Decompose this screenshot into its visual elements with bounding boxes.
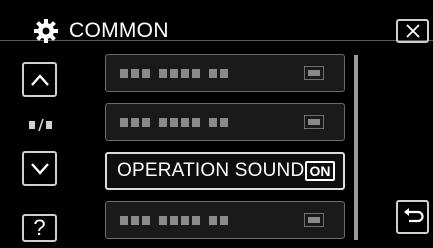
return-icon: [403, 208, 424, 223]
page-title: COMMON: [69, 19, 169, 42]
chevron-down-icon: [30, 162, 49, 175]
menu-item-label: OPERATION SOUND: [117, 160, 305, 181]
value-badge: ON: [305, 161, 335, 181]
menu-item[interactable]: [105, 54, 345, 92]
placeholder-value: [304, 115, 324, 129]
placeholder-label: [120, 216, 228, 225]
back-button[interactable]: [396, 200, 429, 234]
settings-screen: COMMON ? OPERATION SOUND ON: [0, 0, 433, 248]
close-button[interactable]: [396, 19, 429, 43]
gear-icon: [34, 19, 58, 43]
scroll-down-button[interactable]: [22, 151, 57, 186]
placeholder-label: [120, 118, 228, 127]
chevron-up-icon: [30, 73, 49, 86]
menu-item-operation-sound[interactable]: OPERATION SOUND ON: [105, 152, 345, 190]
placeholder-label: [120, 69, 228, 78]
page-indicator-icon: [29, 118, 52, 132]
placeholder-value: [304, 213, 324, 227]
close-icon: [405, 24, 420, 38]
scrollbar[interactable]: [354, 55, 358, 240]
menu-item[interactable]: [105, 201, 345, 239]
placeholder-value: [304, 66, 324, 80]
menu-header: COMMON: [0, 0, 433, 43]
scroll-up-button[interactable]: [22, 62, 57, 97]
help-button[interactable]: ?: [22, 214, 57, 242]
menu-item[interactable]: [105, 103, 345, 141]
